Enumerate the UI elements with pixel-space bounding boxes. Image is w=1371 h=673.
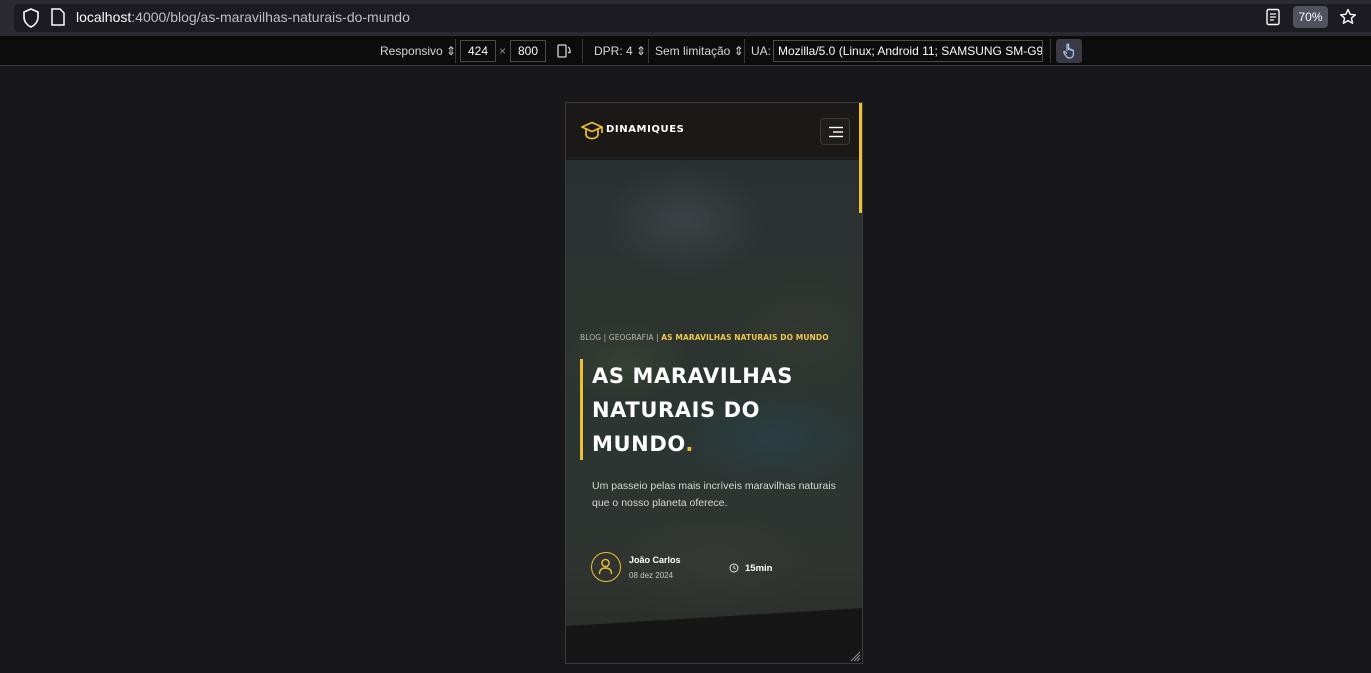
title-accent-bar (580, 359, 583, 460)
network-throttle-selector[interactable]: Sem limitação ⇕ (655, 36, 744, 66)
toolbar-divider (582, 39, 583, 63)
user-agent-input[interactable]: Mozilla/5.0 (Linux; Android 11; SAMSUNG … (773, 40, 1043, 62)
toolbar-divider (648, 39, 649, 63)
toolbar-divider (455, 39, 456, 63)
viewport-height-input[interactable]: 800 (510, 40, 546, 62)
author-avatar (591, 552, 621, 582)
hamburger-menu-button[interactable] (820, 118, 850, 145)
site-logo[interactable]: DINAMIQUES (606, 124, 684, 135)
reader-view-icon[interactable] (1265, 8, 1281, 26)
author-name: João Carlos (629, 555, 681, 565)
hero-bottom-slant (566, 608, 862, 663)
breadcrumb-blog-link[interactable]: BLOG (580, 333, 601, 342)
user-icon (598, 558, 613, 575)
hand-pointer-icon (1063, 43, 1074, 59)
site-header: DINAMIQUES (566, 103, 862, 159)
breadcrumb-category-link[interactable]: GEOGRAFIA (609, 333, 654, 342)
hero-section: BLOG | GEOGRAFIA | AS MARAVILHAS NATURAI… (566, 160, 862, 663)
page-icon (51, 8, 65, 26)
touch-simulation-button[interactable] (1056, 39, 1082, 63)
clock-icon (729, 563, 739, 573)
publish-date: 08 dez 2024 (629, 571, 674, 580)
scroll-progress-bar (859, 103, 862, 213)
read-time: 15min (745, 563, 773, 574)
dimension-separator: × (499, 44, 507, 58)
breadcrumb: BLOG | GEOGRAFIA | AS MARAVILHAS NATURAI… (580, 333, 829, 342)
menu-icon (829, 126, 843, 138)
page-subtitle: Um passeio pelas mais incríveis maravilh… (592, 480, 836, 509)
breadcrumb-current: AS MARAVILHAS NATURAIS DO MUNDO (661, 333, 829, 342)
device-viewport: DINAMIQUES BLOG | GEOGRAFIA | AS MARAVIL… (565, 102, 863, 664)
device-selector[interactable]: Responsivo ⇕ (380, 36, 456, 66)
ua-label: UA: (751, 44, 772, 58)
resize-handle-icon[interactable] (849, 650, 861, 662)
page-title: AS MARAVILHAS NATURAIS DO MUNDO. (592, 364, 794, 456)
browser-urlbar: localhost:4000/blog/as-maravilhas-natura… (0, 0, 1371, 36)
zoom-level-button[interactable]: 70% (1293, 6, 1328, 28)
url-text[interactable]: localhost:4000/blog/as-maravilhas-natura… (76, 9, 410, 25)
dpr-selector[interactable]: DPR: 4 ⇕ (594, 36, 646, 66)
responsive-toolbar: Responsivo ⇕ 424 × 800 DPR: 4 ⇕ Sem limi… (0, 36, 1371, 66)
graduation-cap-icon[interactable] (580, 120, 604, 142)
shield-icon[interactable] (22, 8, 40, 28)
toolbar-divider (744, 39, 745, 63)
viewport-width-input[interactable]: 424 (460, 40, 496, 62)
breadcrumb-separator: | (601, 333, 609, 342)
rotate-icon[interactable] (556, 43, 572, 59)
bookmark-star-icon[interactable] (1339, 8, 1357, 26)
toolbar-divider (1050, 39, 1051, 63)
